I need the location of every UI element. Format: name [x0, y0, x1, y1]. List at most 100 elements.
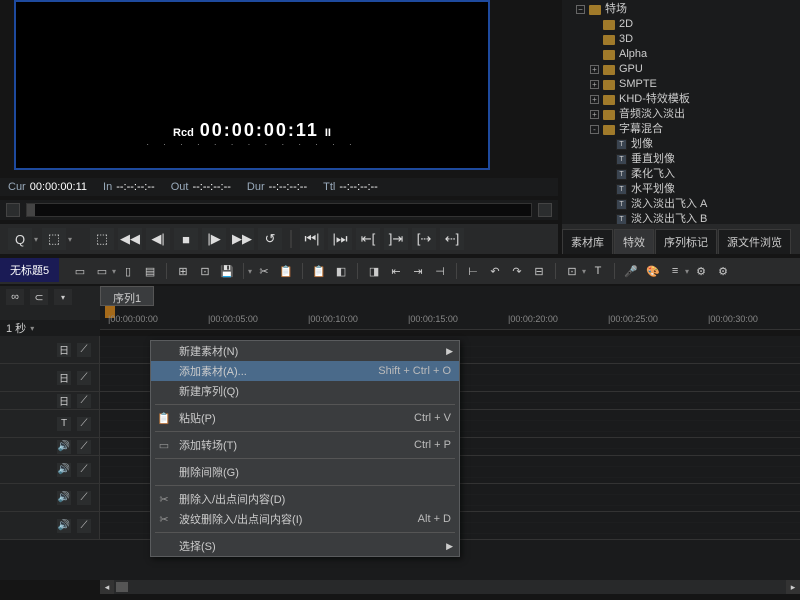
track-pattern-icon[interactable]: ⟋ — [77, 371, 91, 385]
dur-value[interactable]: --:--:--:-- — [269, 181, 307, 193]
toolbar-button[interactable]: T — [588, 261, 608, 281]
tool-drop[interactable]: ▾ — [54, 289, 72, 305]
toolbar-button[interactable]: ⇤ — [386, 261, 406, 281]
magnet-tool[interactable]: ∞ — [6, 289, 24, 305]
track-header[interactable]: 日⟋ — [0, 392, 100, 409]
track-header[interactable]: 日⟋ — [0, 364, 100, 391]
zoom-indicator[interactable]: 1 秒 ▾ — [0, 320, 100, 336]
context-menu-item[interactable]: 添加素材(A)...Shift + Ctrl + O — [151, 361, 459, 381]
context-menu-item[interactable]: 新建序列(Q) — [151, 381, 459, 401]
fx-folder[interactable]: Alpha — [590, 47, 800, 62]
toolbar-button[interactable]: ◧ — [331, 261, 351, 281]
fx-folder[interactable]: +音频淡入淡出 — [590, 107, 800, 122]
toolbar-button[interactable]: ▤ — [140, 261, 160, 281]
fx-folder[interactable]: 3D — [590, 32, 800, 47]
fx-folder[interactable]: +SMPTE — [590, 77, 800, 92]
scroll-thumb[interactable] — [116, 582, 128, 592]
track-header[interactable]: 🔊⟋ — [0, 456, 100, 483]
context-menu-item[interactable]: 删除间隙(G) — [151, 462, 459, 482]
track-type-icon[interactable]: 🔊 — [57, 519, 71, 533]
track-pattern-icon[interactable]: ⟋ — [77, 343, 91, 357]
scrub-end-button[interactable] — [538, 203, 552, 217]
scrubber[interactable] — [26, 203, 532, 217]
context-menu-item[interactable]: 选择(S)▶ — [151, 536, 459, 556]
scroll-right-icon[interactable]: ▸ — [786, 580, 800, 594]
toolbar-button[interactable]: ↶ — [485, 261, 505, 281]
track-type-icon[interactable]: 日 — [57, 394, 71, 408]
track-type-icon[interactable]: T — [57, 417, 71, 431]
cur-value[interactable]: 00:00:00:11 — [30, 181, 87, 193]
timeline-ruler[interactable]: |00:00:00:00|00:00:05:00|00:00:10:00|00:… — [100, 306, 800, 330]
transport-mode-button[interactable]: ⬚ — [42, 228, 66, 250]
track-header[interactable]: 🔊⟋ — [0, 484, 100, 511]
mark-button[interactable]: ]⇥ — [384, 228, 408, 250]
toolbar-button[interactable]: 📋 — [276, 261, 296, 281]
transport-mode-button[interactable]: Q — [8, 228, 32, 250]
toolbar-button[interactable]: ✂ — [254, 261, 274, 281]
track-type-icon[interactable]: 日 — [57, 343, 71, 357]
track-pattern-icon[interactable]: ⟋ — [77, 417, 91, 431]
mark-button[interactable]: ⏮| — [300, 228, 324, 250]
fx-item[interactable]: T划像 — [616, 137, 800, 152]
toolbar-button[interactable]: ◨ — [364, 261, 384, 281]
playback-button[interactable]: ◀| — [146, 228, 170, 250]
scrub-mark-button[interactable] — [6, 203, 20, 217]
track-header[interactable]: T⟋ — [0, 410, 100, 437]
toolbar-button[interactable]: 💾 — [217, 261, 237, 281]
fx-item[interactable]: T垂直划像 — [616, 152, 800, 167]
sequence-tab[interactable]: 序列1 — [100, 286, 154, 306]
fx-folder[interactable]: +GPU — [590, 62, 800, 77]
toolbar-button[interactable]: 🎨 — [643, 261, 663, 281]
toolbar-button[interactable]: ⚙ — [691, 261, 711, 281]
track-type-icon[interactable]: 🔊 — [57, 440, 71, 454]
fx-folder[interactable]: +KHD-特效模板 — [590, 92, 800, 107]
toolbar-button[interactable]: ⊢ — [463, 261, 483, 281]
toolbar-button[interactable]: ⊟ — [529, 261, 549, 281]
playback-button[interactable]: ◀◀ — [118, 228, 142, 250]
toolbar-button[interactable]: ▯ — [118, 261, 138, 281]
track-pattern-icon[interactable]: ⟋ — [77, 440, 91, 454]
playback-button[interactable]: ■ — [174, 228, 198, 250]
toolbar-button[interactable]: ↷ — [507, 261, 527, 281]
track-pattern-icon[interactable]: ⟋ — [77, 519, 91, 533]
timeline-scrollbar[interactable]: ◂ ▸ — [100, 580, 800, 594]
track-header[interactable]: 🔊⟋ — [0, 512, 100, 539]
fx-item[interactable]: T淡入淡出飞入 B — [616, 212, 800, 224]
fx-item[interactable]: T淡入淡出飞入 A — [616, 197, 800, 212]
track-header[interactable]: 日⟋ — [0, 336, 100, 363]
playback-button[interactable]: ⬚ — [90, 228, 114, 250]
out-value[interactable]: --:--:--:-- — [192, 181, 230, 193]
track-header[interactable]: 🔊⟋ — [0, 438, 100, 455]
toolbar-button[interactable]: ⊡ — [195, 261, 215, 281]
playback-button[interactable]: ▶▶ — [230, 228, 254, 250]
scroll-left-icon[interactable]: ◂ — [100, 580, 114, 594]
mark-button[interactable]: ⇤[ — [356, 228, 380, 250]
toolbar-button[interactable]: ≡ — [665, 261, 685, 281]
effects-tab[interactable]: 序列标记 — [655, 229, 717, 254]
toolbar-button[interactable]: 🎤 — [621, 261, 641, 281]
playback-button[interactable]: |▶ — [202, 228, 226, 250]
effects-tab[interactable]: 素材库 — [562, 229, 613, 254]
toolbar-button[interactable]: ▭ — [70, 261, 90, 281]
toolbar-button[interactable]: ⚙ — [713, 261, 733, 281]
fx-item[interactable]: T水平划像 — [616, 182, 800, 197]
link-tool[interactable]: ⊂ — [30, 289, 48, 305]
fx-folder-root[interactable]: −特场 — [576, 2, 800, 17]
track-type-icon[interactable]: 🔊 — [57, 463, 71, 477]
effects-tab[interactable]: 特效 — [614, 229, 654, 254]
fx-folder[interactable]: -字幕混合 — [590, 122, 800, 137]
mark-button[interactable]: ⇠] — [440, 228, 464, 250]
in-value[interactable]: --:--:--:-- — [116, 181, 154, 193]
toolbar-button[interactable]: ⊞ — [173, 261, 193, 281]
fx-item[interactable]: T柔化飞入 — [616, 167, 800, 182]
context-menu-item[interactable]: 新建素材(N)▶ — [151, 341, 459, 361]
track-pattern-icon[interactable]: ⟋ — [77, 394, 91, 408]
playback-button[interactable]: ↺ — [258, 228, 282, 250]
track-pattern-icon[interactable]: ⟋ — [77, 463, 91, 477]
track-pattern-icon[interactable]: ⟋ — [77, 491, 91, 505]
effects-tab[interactable]: 源文件浏览 — [718, 229, 791, 254]
track-type-icon[interactable]: 🔊 — [57, 491, 71, 505]
ttl-value[interactable]: --:--:--:-- — [339, 181, 377, 193]
mark-button[interactable]: [⇢ — [412, 228, 436, 250]
track-type-icon[interactable]: 日 — [57, 371, 71, 385]
